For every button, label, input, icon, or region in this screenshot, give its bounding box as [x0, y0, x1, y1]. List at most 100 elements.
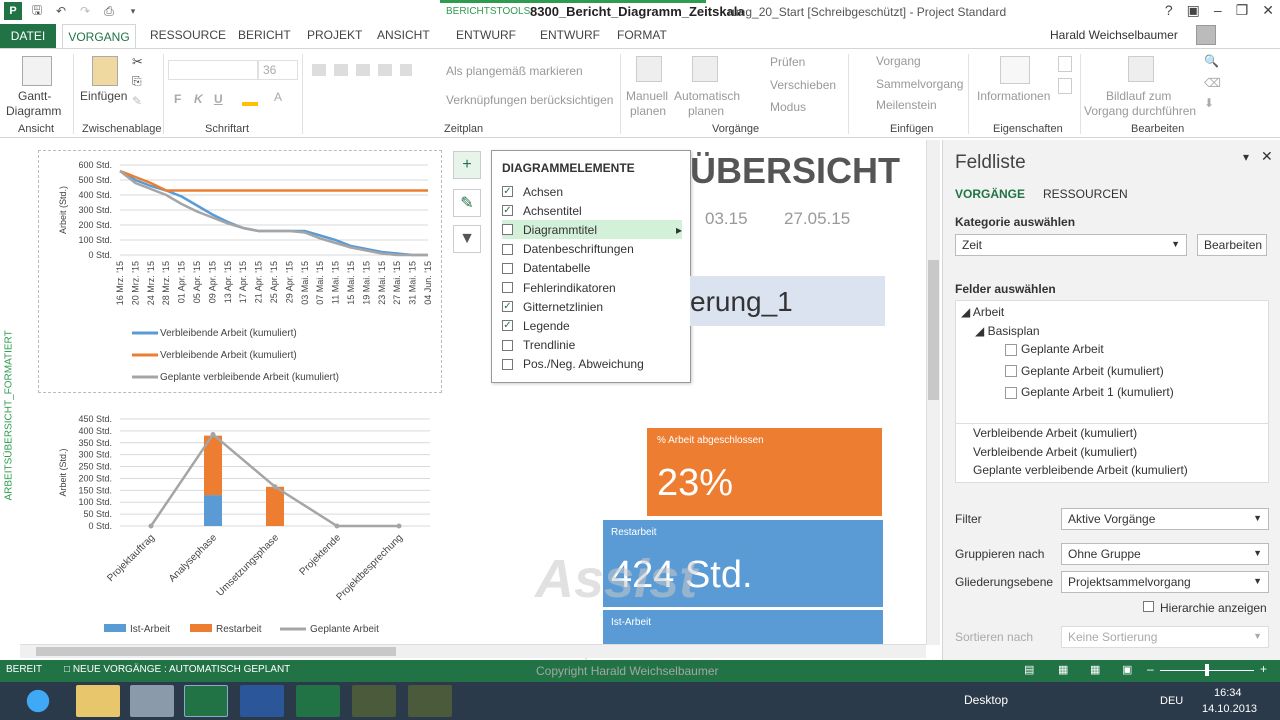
checkbox-3[interactable] [502, 243, 513, 255]
insert-summary-button[interactable]: Sammelvorgang [876, 77, 963, 91]
chart-element-7[interactable]: ✓ Legende [502, 316, 682, 335]
tab-design-2[interactable]: ENTWURF [540, 28, 600, 42]
category-select[interactable]: Zeit ▼ [955, 234, 1187, 256]
tree-field-item[interactable]: Geplante Arbeit (kumuliert) [1005, 364, 1164, 378]
paste-label[interactable]: Einfügen [80, 89, 127, 103]
tab-view[interactable]: ANSICHT [377, 28, 430, 42]
tree-field-item[interactable]: Geplante Arbeit [1005, 342, 1104, 356]
zoom-out-icon[interactable]: – [1147, 662, 1154, 676]
mark-on-track-button[interactable]: Als plangemäß markieren [446, 64, 583, 78]
gantt-chart-icon[interactable] [22, 56, 52, 86]
close-icon[interactable]: ✕ [1262, 2, 1274, 19]
details-icon[interactable] [1058, 78, 1072, 94]
chart-element-0[interactable]: ✓ Achsen [502, 182, 682, 201]
horizontal-scrollbar[interactable] [20, 644, 926, 658]
restore-icon[interactable]: ❐ [1236, 2, 1249, 19]
zoom-in-icon[interactable]: + [1260, 662, 1267, 676]
chart-element-8[interactable]: Trendlinie [502, 336, 682, 355]
view-normal-icon[interactable]: ▤ [1024, 663, 1034, 676]
checkbox-box[interactable] [1005, 386, 1017, 399]
notes-icon[interactable] [1058, 56, 1072, 72]
view-report-icon[interactable]: ▣ [1122, 663, 1132, 676]
selected-field-item[interactable]: Verbleibende Arbeit (kumuliert) [973, 445, 1137, 459]
file-explorer-icon[interactable] [76, 685, 120, 717]
submenu-arrow-icon[interactable]: ▸ [676, 223, 682, 237]
status-new-tasks[interactable]: □ NEUE VORGÄNGE : AUTOMATISCH GEPLANT [64, 664, 290, 675]
tab-task[interactable]: VORGANG [62, 24, 136, 50]
scroll-label-2[interactable]: Vorgang durchführen [1084, 104, 1196, 118]
redo-icon[interactable]: ↷ [76, 2, 94, 20]
chart-styles-brush-icon[interactable]: ✎ [453, 189, 481, 217]
chart-1-plot[interactable]: 600 Std. 500 Std. 400 Std. 300 Std. 200 Std.… [40, 155, 440, 390]
customize-qat-icon[interactable]: ▾ [124, 2, 142, 20]
scroll-to-task-icon[interactable] [1128, 56, 1154, 82]
chart-2-plot[interactable]: 450 Std. 400 Std. 350 Std. 300 Std. 250 Std.… [40, 405, 440, 640]
excel-taskbar-icon[interactable] [296, 685, 340, 717]
checkbox-7[interactable]: ✓ [502, 320, 513, 332]
checkbox-8[interactable] [502, 339, 513, 351]
manual-label-2[interactable]: planen [630, 104, 666, 118]
inspect-button[interactable]: Prüfen [770, 55, 805, 69]
cut-icon[interactable]: ✂ [132, 54, 143, 70]
save-icon[interactable]: 🖫 [28, 2, 46, 20]
sort-select[interactable]: Keine Sortierung ▼ [1061, 626, 1269, 648]
snipping-tool-icon[interactable] [130, 685, 174, 717]
checkbox-4[interactable] [502, 262, 513, 274]
chart-element-5[interactable]: Fehlerindikatoren [502, 278, 682, 297]
selected-field-item[interactable]: Verbleibende Arbeit (kumuliert) [973, 426, 1137, 440]
auto-schedule-icon[interactable] [692, 56, 718, 82]
user-avatar[interactable] [1196, 25, 1216, 45]
actual-work-tile[interactable]: Ist-Arbeit [603, 610, 883, 645]
hierarchy-checkbox[interactable]: Hierarchie anzeigen [1143, 601, 1267, 615]
checkbox-5[interactable] [502, 282, 513, 293]
font-color-icon[interactable]: A [274, 90, 282, 104]
format-painter-icon[interactable]: ✎ [132, 94, 142, 108]
view-gantt-icon[interactable]: ▦ [1058, 663, 1068, 676]
group-select[interactable]: Ohne Gruppe ▼ [1061, 543, 1269, 565]
checkbox-6[interactable]: ✓ [502, 301, 513, 313]
mode-button[interactable]: Modus [770, 100, 806, 114]
view-sheet-icon[interactable]: ▦ [1090, 663, 1100, 676]
checkbox-0[interactable]: ✓ [502, 186, 513, 197]
clock-time[interactable]: 16:34 [1214, 687, 1242, 699]
tab-file[interactable]: DATEI [0, 24, 56, 48]
information-icon[interactable] [1000, 56, 1030, 84]
checkbox-box[interactable] [1005, 365, 1017, 378]
gantt-label-1[interactable]: Gantt- [18, 89, 51, 103]
chart-element-4[interactable]: Datentabelle [502, 259, 682, 278]
tab-design-1[interactable]: ENTWURF [456, 28, 516, 42]
ribbon-display-icon[interactable]: ▣ [1187, 2, 1200, 19]
chart-filter-icon[interactable]: ▼ [453, 225, 481, 253]
scroll-label-1[interactable]: Bildlauf zum [1106, 89, 1171, 103]
font-family-select[interactable] [168, 60, 258, 80]
bold-icon[interactable]: F [174, 92, 181, 106]
italic-icon[interactable]: K [194, 92, 203, 106]
vertical-scrollbar[interactable] [926, 140, 940, 645]
find-icon[interactable]: 🔍 [1204, 54, 1219, 68]
underline-icon[interactable]: U [214, 92, 223, 106]
manual-schedule-icon[interactable] [636, 56, 662, 82]
print-preview-icon[interactable]: ⎙ [100, 2, 118, 20]
move-button[interactable]: Verschieben [770, 78, 836, 92]
information-button[interactable]: Informationen [977, 89, 1050, 103]
undo-icon[interactable]: ↶ [52, 2, 70, 20]
filter-select[interactable]: Aktive Vorgänge ▼ [1061, 508, 1269, 530]
desktop-toolbar[interactable]: Desktop [964, 693, 1008, 707]
respect-links-button[interactable]: Verknüpfungen berücksichtigen [446, 93, 613, 107]
user-name[interactable]: Harald Weichselbaumer [1050, 28, 1178, 42]
chart-element-1[interactable]: ✓ Achsentitel [502, 201, 682, 220]
tab-report[interactable]: BERICHT [238, 28, 291, 42]
recorder-2-icon[interactable] [408, 685, 452, 717]
tab-tasks[interactable]: VORGÄNGE [955, 187, 1025, 201]
chart-element-3[interactable]: Datenbeschriftungen [502, 240, 682, 259]
selected-field-item[interactable]: Geplante verbleibende Arbeit (kumuliert) [973, 463, 1188, 477]
clock-date[interactable]: 14.10.2013 [1202, 703, 1257, 715]
internet-explorer-icon[interactable] [16, 685, 60, 717]
insert-task-button[interactable]: Vorgang [876, 54, 921, 68]
chart-element-6[interactable]: ✓ Gitternetzlinien [502, 297, 682, 316]
paste-icon[interactable] [92, 56, 118, 86]
tree-field-item[interactable]: Geplante Arbeit 1 (kumuliert) [1005, 385, 1174, 399]
tree-root[interactable]: ◢ Arbeit [961, 305, 1004, 319]
language-indicator[interactable]: DEU [1160, 695, 1183, 707]
word-taskbar-icon[interactable] [240, 685, 284, 717]
